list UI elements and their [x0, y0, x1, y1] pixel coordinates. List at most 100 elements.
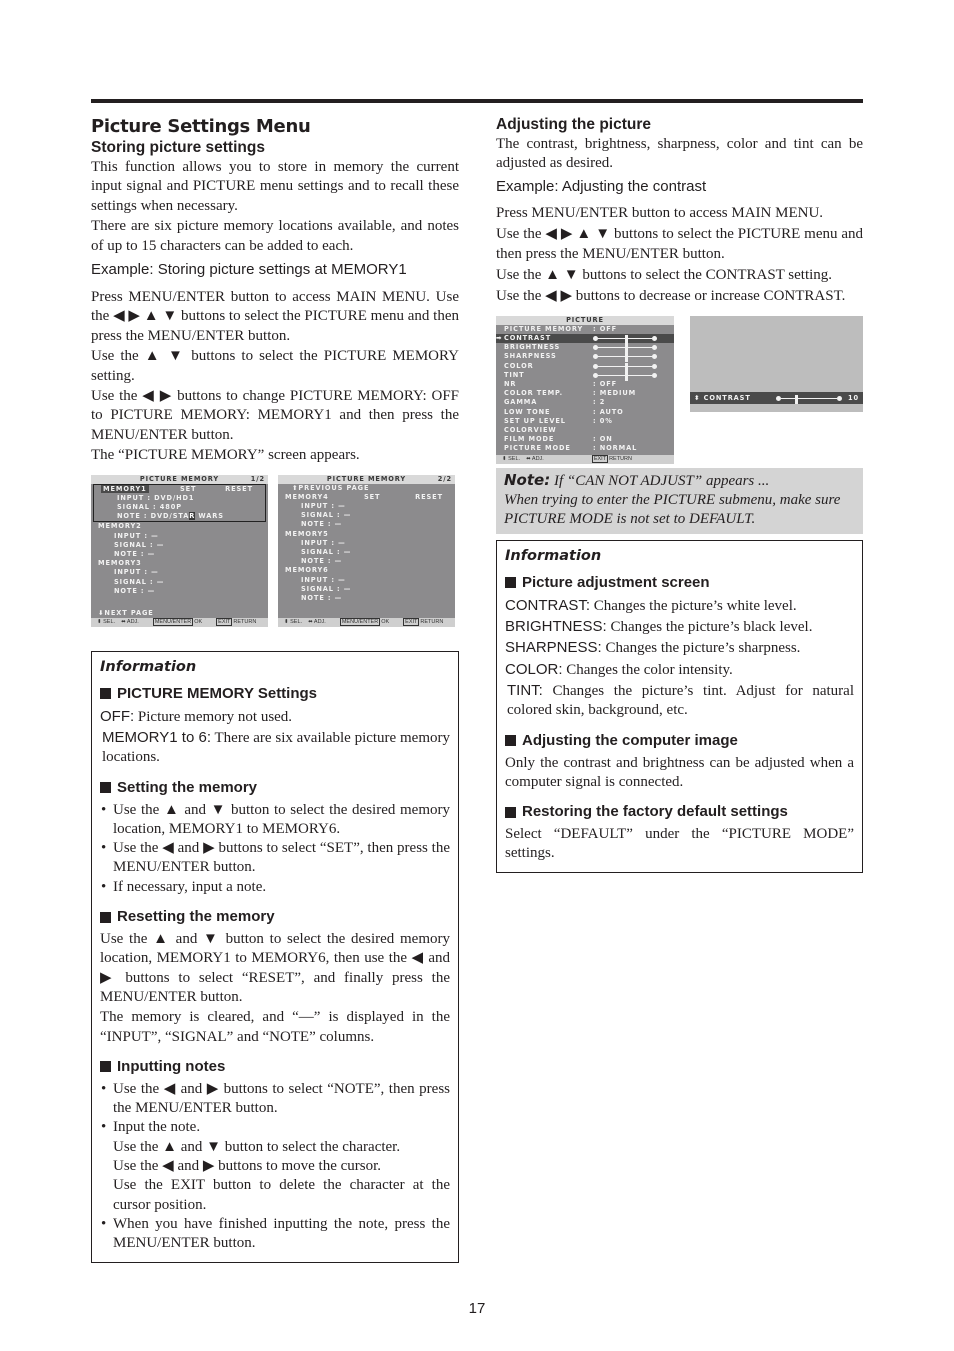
page-number: 17: [468, 1300, 486, 1317]
subsection-heading: Restoring the factory default settings: [505, 802, 854, 822]
signal-field: SIGNAL : 480P: [117, 503, 182, 512]
list-item: If necessary, input a note.: [100, 878, 450, 898]
slider-knob[interactable]: [795, 394, 798, 404]
osd-footer: ⬍ SEL. ⬌ ADJ. MENU/ENTER OK EXIT RETURN: [91, 617, 268, 627]
ok-hint: OK: [194, 618, 203, 625]
square-bullet-icon: [505, 577, 516, 589]
list-item: Use the ▲ and ▼ button to select the des…: [100, 801, 450, 840]
memory-name: MEMORY4: [285, 492, 329, 501]
menu-row-colorview[interactable]: COLORVIEW: [496, 426, 674, 435]
menu-row-nr[interactable]: NR: OFF: [496, 380, 674, 389]
definition-memory: MEMORY1 to 6: There are six available pi…: [102, 728, 450, 766]
menu-row-picture-memory[interactable]: PICTURE MEMORY: OFF: [496, 325, 674, 334]
subsection-heading: Inputting notes: [100, 1057, 450, 1077]
example-caption: Example: Storing picture settings at MEM…: [91, 261, 407, 279]
menu-row-label: COLOR TEMP.: [504, 389, 563, 398]
input-field: INPUT : —: [301, 502, 346, 511]
memory-row[interactable]: MEMORY4 SET RESET: [278, 493, 455, 502]
subsection-heading: Resetting the memory: [100, 907, 450, 927]
note-field: NOTE : —: [301, 520, 343, 529]
input-field: INPUT : —: [114, 531, 159, 540]
list-item: Input the note. Use the ▲ and ▼ button t…: [100, 1118, 450, 1214]
menu-row-value: : OFF: [593, 324, 618, 333]
menu-row-label: BRIGHTNESS: [504, 343, 561, 352]
paragraph: Use the ▲ and ▼ button to select the des…: [100, 931, 450, 1005]
note-text: When trying to enter the PICTURE submenu…: [504, 492, 841, 528]
osd-title: PICTURE MEMORY: [139, 474, 220, 483]
paragraph: The memory is cleared, and “—” is displa…: [100, 1009, 450, 1045]
memory-row[interactable]: MEMORY3: [91, 559, 268, 568]
return-hint: RETURN: [420, 618, 444, 625]
top-rule: [91, 99, 863, 103]
menu-row-value: : MEDIUM: [593, 389, 637, 398]
menu-row-contrast[interactable]: ➡ CONTRAST: [496, 334, 674, 345]
signal-field: SIGNAL : —: [301, 511, 352, 520]
signal-field: SIGNAL : —: [301, 548, 352, 556]
reset-option[interactable]: RESET: [225, 485, 253, 494]
contrast-value: 10: [848, 393, 859, 402]
note-text: WARS: [195, 512, 224, 521]
note-field[interactable]: NOTE : DVD/STAR WARS: [94, 512, 265, 521]
definition-item: SHARPNESS: Changes the picture’s sharpne…: [505, 639, 801, 657]
previous-page-link[interactable]: ⬆PREVIOUS PAGE: [278, 484, 455, 493]
menu-row-brightness[interactable]: BRIGHTNESS: [496, 343, 674, 354]
memory-row[interactable]: MEMORY2: [91, 522, 268, 531]
value-slider[interactable]: [593, 353, 657, 363]
plus-icon: [652, 363, 657, 369]
plus-icon: [652, 345, 657, 351]
osd-title: PICTURE MEMORY: [326, 474, 407, 483]
menu-row-label: PICTURE MODE: [504, 444, 571, 453]
contrast-slider[interactable]: [776, 394, 842, 404]
picture-memory-screens: PICTURE MEMORY 1/2 MEMORY1 SET RESET INP…: [91, 474, 459, 627]
plus-icon: [652, 372, 657, 378]
list-item: Use the ◀ and ▶ buttons to select “SET”,…: [100, 839, 450, 878]
memory-row[interactable]: MEMORY6: [278, 566, 455, 575]
square-bullet-icon: [100, 1061, 111, 1073]
step-paragraph: Press MENU/ENTER button to access MAIN M…: [91, 289, 459, 344]
menu-row-low-tone[interactable]: LOW TONE: AUTO: [496, 408, 674, 417]
set-option[interactable]: SET: [180, 485, 196, 494]
sel-hint: ⬍ SEL.: [97, 618, 116, 625]
menu-row-gamma[interactable]: GAMMA: 2: [496, 398, 674, 407]
square-bullet-icon: [505, 806, 516, 818]
osd-title: PICTURE: [496, 315, 674, 325]
step-paragraph: Use the ◀ ▶ ▲ ▼ buttons to select the PI…: [496, 226, 863, 262]
bullet-list: Use the ◀ and ▶ buttons to select “NOTE”…: [100, 1080, 450, 1254]
adj-hint: ⬌ ADJ.: [121, 618, 139, 625]
value-slider[interactable]: [593, 362, 657, 372]
square-bullet-icon: [100, 782, 111, 794]
menu-row-label: COLORVIEW: [504, 425, 557, 434]
square-bullet-icon: [505, 735, 516, 747]
value-slider[interactable]: [593, 371, 657, 381]
value-slider[interactable]: [593, 335, 657, 345]
menu-row-set-up-level[interactable]: SET UP LEVEL: 0%: [496, 417, 674, 426]
menu-row-color[interactable]: COLOR: [496, 362, 674, 372]
subsection-heading: PICTURE MEMORY Settings: [100, 684, 450, 704]
menu-row-picture-mode[interactable]: PICTURE MODE : NORMAL: [496, 444, 674, 453]
adj-hint: ⬌ ADJ.: [526, 455, 544, 462]
set-option[interactable]: SET: [364, 493, 380, 502]
signal-field: SIGNAL : —: [301, 584, 352, 593]
memory1-selection[interactable]: MEMORY1 SET RESET INPUT : DVD/HD1 SIGNAL…: [93, 483, 266, 523]
exit-key: EXIT: [403, 618, 420, 627]
picture-menu-rows: PICTURE MEMORY: OFF ➡ CONTRAST BRIGHTNESS SH…: [496, 325, 674, 454]
menu-row-color-temp[interactable]: COLOR TEMP. : MEDIUM: [496, 389, 674, 398]
menu-row-label: GAMMA: [504, 398, 538, 407]
reset-option[interactable]: RESET: [415, 493, 443, 502]
information-box-picture-memory: Information PICTURE MEMORY Settings OFF:…: [91, 650, 459, 1263]
value-slider[interactable]: [593, 344, 657, 354]
definition-item: TINT: Changes the picture’s tint. Adjust…: [507, 681, 854, 719]
menu-row-film-mode[interactable]: FILM MODE: ON: [496, 435, 674, 444]
osd-footer: ⬍ SEL. ⬌ ADJ. MENU/ENTER OK EXIT RETURN: [278, 617, 455, 627]
memory-row[interactable]: MEMORY1 SET RESET: [94, 484, 265, 494]
memory-row[interactable]: MEMORY5: [278, 530, 455, 539]
plus-icon: [837, 395, 842, 401]
plus-icon: [652, 354, 657, 360]
subsection-heading: Picture adjustment screen: [505, 573, 854, 593]
next-page-link[interactable]: ⬇NEXT PAGE: [91, 609, 154, 618]
menu-row-value: : NORMAL: [593, 444, 638, 453]
menu-row-sharpness[interactable]: SHARPNESS: [496, 352, 674, 363]
menu-enter-key: MENU/ENTER: [152, 618, 194, 627]
menu-row-tint[interactable]: TINT: [496, 370, 674, 381]
menu-row-label: TINT: [504, 370, 525, 379]
